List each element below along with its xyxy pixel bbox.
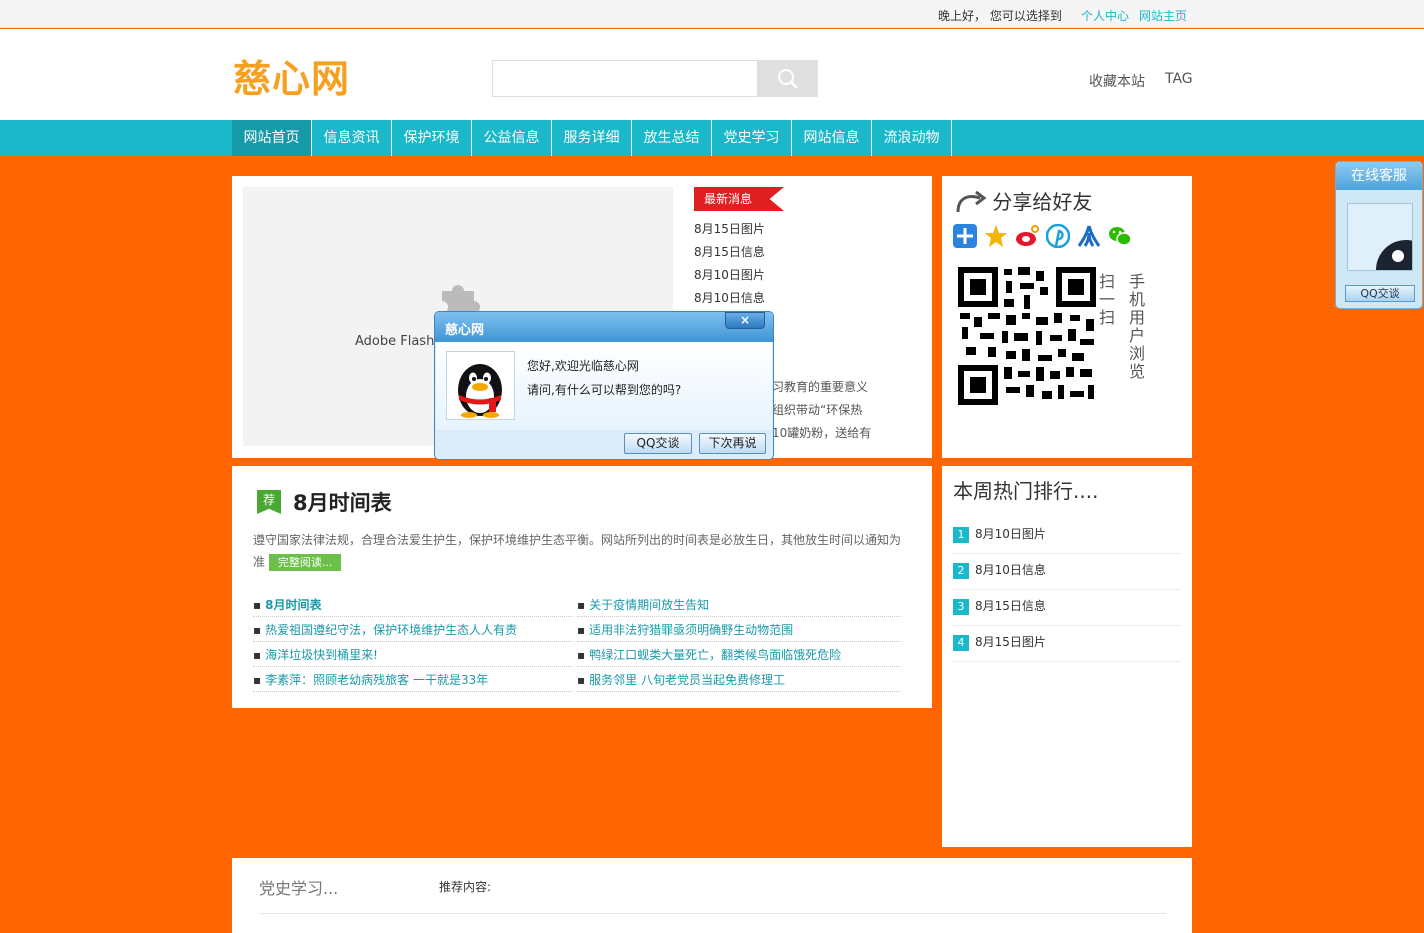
featured-description: 遵守国家法律法规，合理合法爱生护生，保护环境维护生态平衡。网站所列出的时间表是必… xyxy=(253,533,902,571)
online-service-widget: 在线客服 QQ交谈 xyxy=(1335,161,1423,309)
list-item[interactable]: ▪ 适用非法狩猎罪亟须明确野生动物范围 xyxy=(577,618,901,642)
site-logo[interactable]: 慈心网 xyxy=(233,57,350,101)
featured-title[interactable]: 8月时间表 xyxy=(293,487,392,517)
greeting-text: 晚上好， 您可以选择到 xyxy=(938,9,1062,23)
list-item[interactable]: ▪ 鸭绿江口蚬类大量死亡，翻类候鸟面临饿死危险 xyxy=(577,643,901,667)
user-center-link[interactable]: 个人中心 xyxy=(1081,7,1129,24)
search-button[interactable] xyxy=(758,60,818,97)
list-item[interactable]: ▪ 8月时间表 xyxy=(253,593,573,617)
wechat-icon[interactable] xyxy=(1108,224,1132,248)
share-arrow-icon xyxy=(956,190,987,212)
latest-item[interactable]: 8月15日图片 xyxy=(694,220,765,237)
online-service-title: 在线客服 xyxy=(1336,162,1422,190)
close-button[interactable]: × xyxy=(725,312,765,329)
hot-item[interactable]: 1 8月10日图片 xyxy=(953,526,1181,554)
popup-message: 请问,有什么可以帮到您的吗? xyxy=(527,383,682,397)
news-snippet: 会组织带动“环保热 xyxy=(760,403,863,417)
list-item[interactable]: ▪ 热爱祖国遵纪守法，保护环境维护生态人人有责 xyxy=(253,618,573,642)
close-icon: × xyxy=(739,313,751,327)
search-input[interactable] xyxy=(492,60,758,97)
weibo-icon[interactable] xyxy=(1015,224,1039,248)
list-item[interactable]: ▪ 海洋垃圾快到桶里来! xyxy=(253,643,573,667)
list-item[interactable]: ▪ 李素萍：照顾老幼病残旅客 一干就是33年 xyxy=(253,668,573,692)
party-history-panel xyxy=(232,858,1192,933)
qq-penguin-icon xyxy=(446,351,515,420)
flash-text: Adobe Flash xyxy=(355,334,435,349)
scan-text: 扫一扫 xyxy=(1099,272,1116,327)
list-item[interactable]: ▪ 关于疫情期间放生告知 xyxy=(577,593,901,617)
popup-body: 您好,欢迎光临慈心网 请问,有什么可以帮到您的吗? xyxy=(436,342,772,430)
divider xyxy=(259,913,1166,914)
news-snippet: 学习教育的重要意义 xyxy=(760,380,869,394)
hot-item[interactable]: 4 8月15日图片 xyxy=(953,634,1181,662)
qq-chat-button[interactable]: QQ交谈 xyxy=(1345,285,1415,302)
hot-item[interactable]: 2 8月10日信息 xyxy=(953,562,1181,590)
plus-share-icon[interactable] xyxy=(953,224,977,248)
hot-item[interactable]: 3 8月15日信息 xyxy=(953,598,1181,626)
nav-item-environment[interactable]: 保护环境 xyxy=(392,120,472,156)
nav-item-news[interactable]: 信息资讯 xyxy=(312,120,392,156)
nav-item-stray-animals[interactable]: 流浪动物 xyxy=(872,120,952,156)
latest-item[interactable]: 8月15日信息 xyxy=(694,243,765,260)
hot-ranking-title: 本周热门排行.... xyxy=(953,479,1099,503)
later-button[interactable]: 下次再说 xyxy=(699,433,766,454)
site-home-link[interactable]: 网站主页 xyxy=(1139,7,1187,24)
header: 慈心网 收藏本站 TAG xyxy=(0,29,1424,120)
latest-item[interactable]: 8月10日信息 xyxy=(694,289,765,306)
nav-item-party-history[interactable]: 党史学习 xyxy=(712,120,792,156)
search-icon xyxy=(778,69,798,89)
nav-item-charity[interactable]: 公益信息 xyxy=(472,120,552,156)
popup-header: 慈心网 × xyxy=(435,312,773,342)
popup-title: 慈心网 xyxy=(445,323,485,338)
qq-chat-button[interactable]: QQ交谈 xyxy=(624,433,692,454)
latest-item[interactable]: 8月10日图片 xyxy=(694,266,765,283)
share-title: 分享给好友 xyxy=(954,186,1092,215)
tag-link[interactable]: TAG xyxy=(1165,71,1193,87)
party-history-title: 党史学习... xyxy=(259,879,339,898)
nav-item-summary[interactable]: 放生总结 xyxy=(632,120,712,156)
star-share-icon[interactable] xyxy=(984,224,1008,248)
main-nav: 网站首页 信息资讯 保护环境 公益信息 服务详细 放生总结 党史学习 网站信息 … xyxy=(0,120,1424,156)
nav-item-home[interactable]: 网站首页 xyxy=(232,120,312,156)
popup-message: 您好,欢迎光临慈心网 xyxy=(527,359,639,373)
news-snippet: 送10罐奶粉，送给有 xyxy=(760,426,872,440)
mobile-browse-text: 手机用户浏览 xyxy=(1129,272,1146,381)
recommend-label: 推荐内容: xyxy=(439,880,492,894)
qr-code xyxy=(958,267,1096,405)
bookmark-link[interactable]: 收藏本站 xyxy=(1089,71,1145,91)
pinterest-icon[interactable] xyxy=(1045,223,1071,249)
nav-item-services[interactable]: 服务详细 xyxy=(552,120,632,156)
list-item[interactable]: ▪ 服务邻里 八旬老党员当起免费修理工 xyxy=(577,668,901,692)
qq-avatar-icon xyxy=(1347,203,1413,271)
renren-icon[interactable] xyxy=(1077,224,1101,248)
read-more-button[interactable]: 完整阅读... xyxy=(268,554,342,571)
welcome-popup: 慈心网 × 您好,欢迎光临慈心网 请问,有什么可以帮到您的吗? QQ交谈 下次再… xyxy=(434,311,774,460)
nav-item-site-info[interactable]: 网站信息 xyxy=(792,120,872,156)
top-bar: 晚上好， 您可以选择到 个人中心 网站主页 xyxy=(0,0,1424,28)
